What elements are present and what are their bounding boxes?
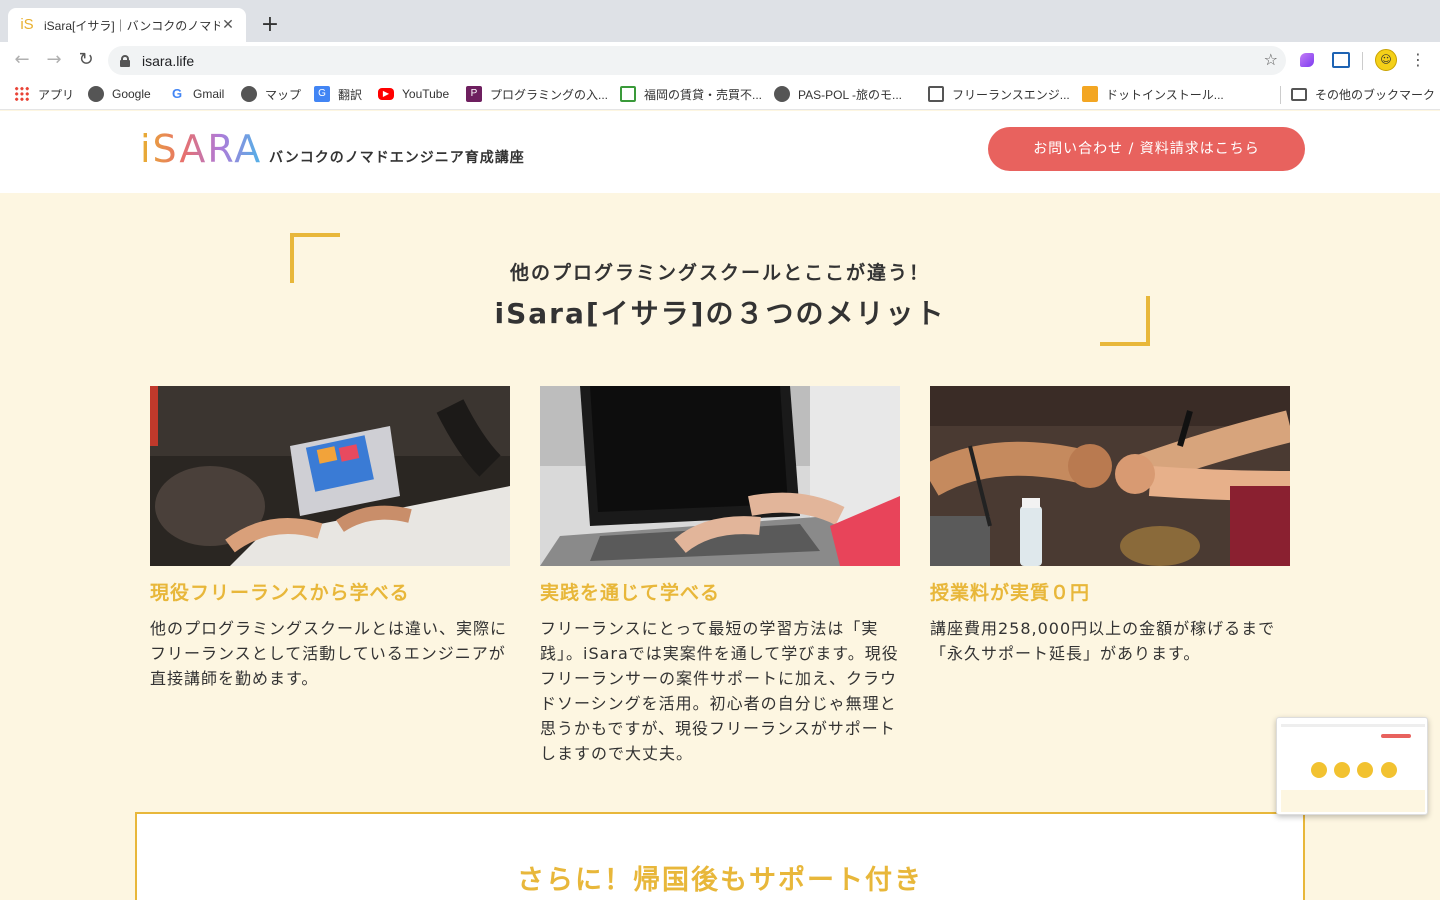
thumbnail-circle [1381, 762, 1397, 778]
translate-icon: G [314, 86, 330, 102]
apps-grid-icon [14, 86, 30, 102]
laptop-typing-photo [540, 386, 900, 566]
site-header: iSARA バンコクのノマドエンジニア育成講座 お問い合わせ / 資料請求はこち… [0, 111, 1440, 193]
thumbnail-browser-bar [1281, 724, 1425, 727]
bookmarks-bar: アプリ Google G Gmail マップ G 翻訳 ▶ YouTube P … [0, 78, 1440, 110]
close-tab-icon[interactable]: ✕ [220, 17, 236, 33]
bookmark-gmail[interactable]: G Gmail [169, 85, 224, 103]
profile-avatar[interactable]: ☺ [1375, 49, 1397, 71]
merit-description: 講座費用258,000円以上の金額が稼げるまで「永久サポート延長」があります。 [930, 619, 1276, 663]
bookmark-freelance[interactable]: フリーランスエンジ... [928, 85, 1070, 103]
merit-description: フリーランスにとって最短の学習方法は「実践」。iSaraでは実案件を通して学びま… [540, 619, 899, 763]
isara-logo[interactable]: iSARA [140, 129, 262, 169]
bookmark-youtube[interactable]: ▶ YouTube [378, 85, 449, 103]
bookmark-google[interactable]: Google [88, 85, 151, 103]
browser-toolbar: ← → ↻ isara.life ☆ ☺ ⋮ [0, 42, 1440, 78]
url-text: isara.life [142, 52, 195, 69]
bookmarks-divider [1280, 86, 1281, 104]
lock-icon[interactable] [120, 54, 130, 67]
merit-title: 授業料が実質０円 [930, 582, 1091, 604]
support-title: さらに！帰国後もサポート付き [517, 865, 923, 896]
extension-icon[interactable] [1332, 52, 1350, 68]
globe-icon [88, 86, 104, 102]
bookmark-apps[interactable]: アプリ [14, 85, 74, 103]
toolbar-divider [1362, 52, 1363, 70]
thumbnail-cta [1381, 734, 1411, 738]
browser-tab-bar: iS iSara[イサラ]｜バンコクのノマドエ ✕ + [0, 0, 1440, 42]
merit-card: 実践を通じて学べる フリーランスにとって最短の学習方法は「実践」。iSaraでは… [540, 386, 900, 766]
browser-tab[interactable]: iS iSara[イサラ]｜バンコクのノマドエ ✕ [8, 8, 246, 42]
bookmark-paspol[interactable]: PAS-POL -旅のモ... [774, 85, 902, 103]
merit-title: 実践を通じて学べる [540, 582, 721, 604]
merit-card: 現役フリーランスから学べる 他のプログラミングスクールとは違い、実際にフリーラン… [150, 386, 510, 691]
thumbnail-footer [1281, 790, 1425, 812]
section-title: iSara[イサラ]の３つのメリット [494, 297, 946, 330]
forward-button[interactable]: → [40, 46, 68, 74]
house-icon [620, 86, 636, 102]
globe-icon [774, 86, 790, 102]
support-section: さらに！帰国後もサポート付き [135, 812, 1305, 900]
more-menu-icon[interactable]: ⋮ [1410, 46, 1426, 74]
box-icon [1082, 86, 1098, 102]
youtube-icon: ▶ [378, 88, 394, 100]
reload-button[interactable]: ↻ [72, 46, 100, 74]
section-subtitle: 他のプログラミングスクールとここが違う！ [509, 262, 930, 284]
thumbnail-circle [1311, 762, 1327, 778]
new-tab-button[interactable]: + [256, 12, 284, 40]
back-button[interactable]: ← [8, 46, 36, 74]
bookmark-fukuoka[interactable]: 福岡の賃貸・売買不... [620, 85, 762, 103]
globe-icon [241, 86, 257, 102]
thumbnail-circle [1357, 762, 1373, 778]
home-outline-icon [928, 86, 944, 102]
merit-card: 授業料が実質０円 講座費用258,000円以上の金額が稼げるまで「永久サポート延… [930, 386, 1290, 666]
merit-description: 他のプログラミングスクールとは違い、実際にフリーランスとして活動しているエンジニ… [150, 619, 508, 688]
merit-title: 現役フリーランスから学べる [150, 582, 410, 604]
team-meeting-photo [150, 386, 510, 566]
site-tagline: バンコクのノマドエンジニア育成講座 [269, 150, 525, 166]
bookmark-translate[interactable]: G 翻訳 [314, 85, 362, 103]
fist-bump-photo [930, 386, 1290, 566]
folder-icon [1291, 87, 1307, 101]
screenshot-preview-thumbnail[interactable] [1276, 717, 1428, 815]
bookmark-maps[interactable]: マップ [241, 85, 301, 103]
progate-icon: P [466, 86, 482, 102]
bookmark-other[interactable]: その他のブックマーク [1291, 85, 1435, 103]
google-g-icon: G [169, 86, 185, 102]
address-bar[interactable]: isara.life ☆ [108, 46, 1286, 75]
isara-favicon-icon: iS [20, 16, 34, 33]
tab-title: iSara[イサラ]｜バンコクのノマドエ [44, 18, 220, 33]
contact-cta-button[interactable]: お問い合わせ / 資料請求はこちら [988, 127, 1305, 171]
bookmark-progate[interactable]: P プログラミングの入... [466, 85, 608, 103]
extension-icon[interactable] [1300, 53, 1314, 67]
bookmark-dotinstall[interactable]: ドットインストール... [1082, 85, 1224, 103]
bookmark-star-icon[interactable]: ☆ [1264, 50, 1278, 69]
thumbnail-circle [1334, 762, 1350, 778]
